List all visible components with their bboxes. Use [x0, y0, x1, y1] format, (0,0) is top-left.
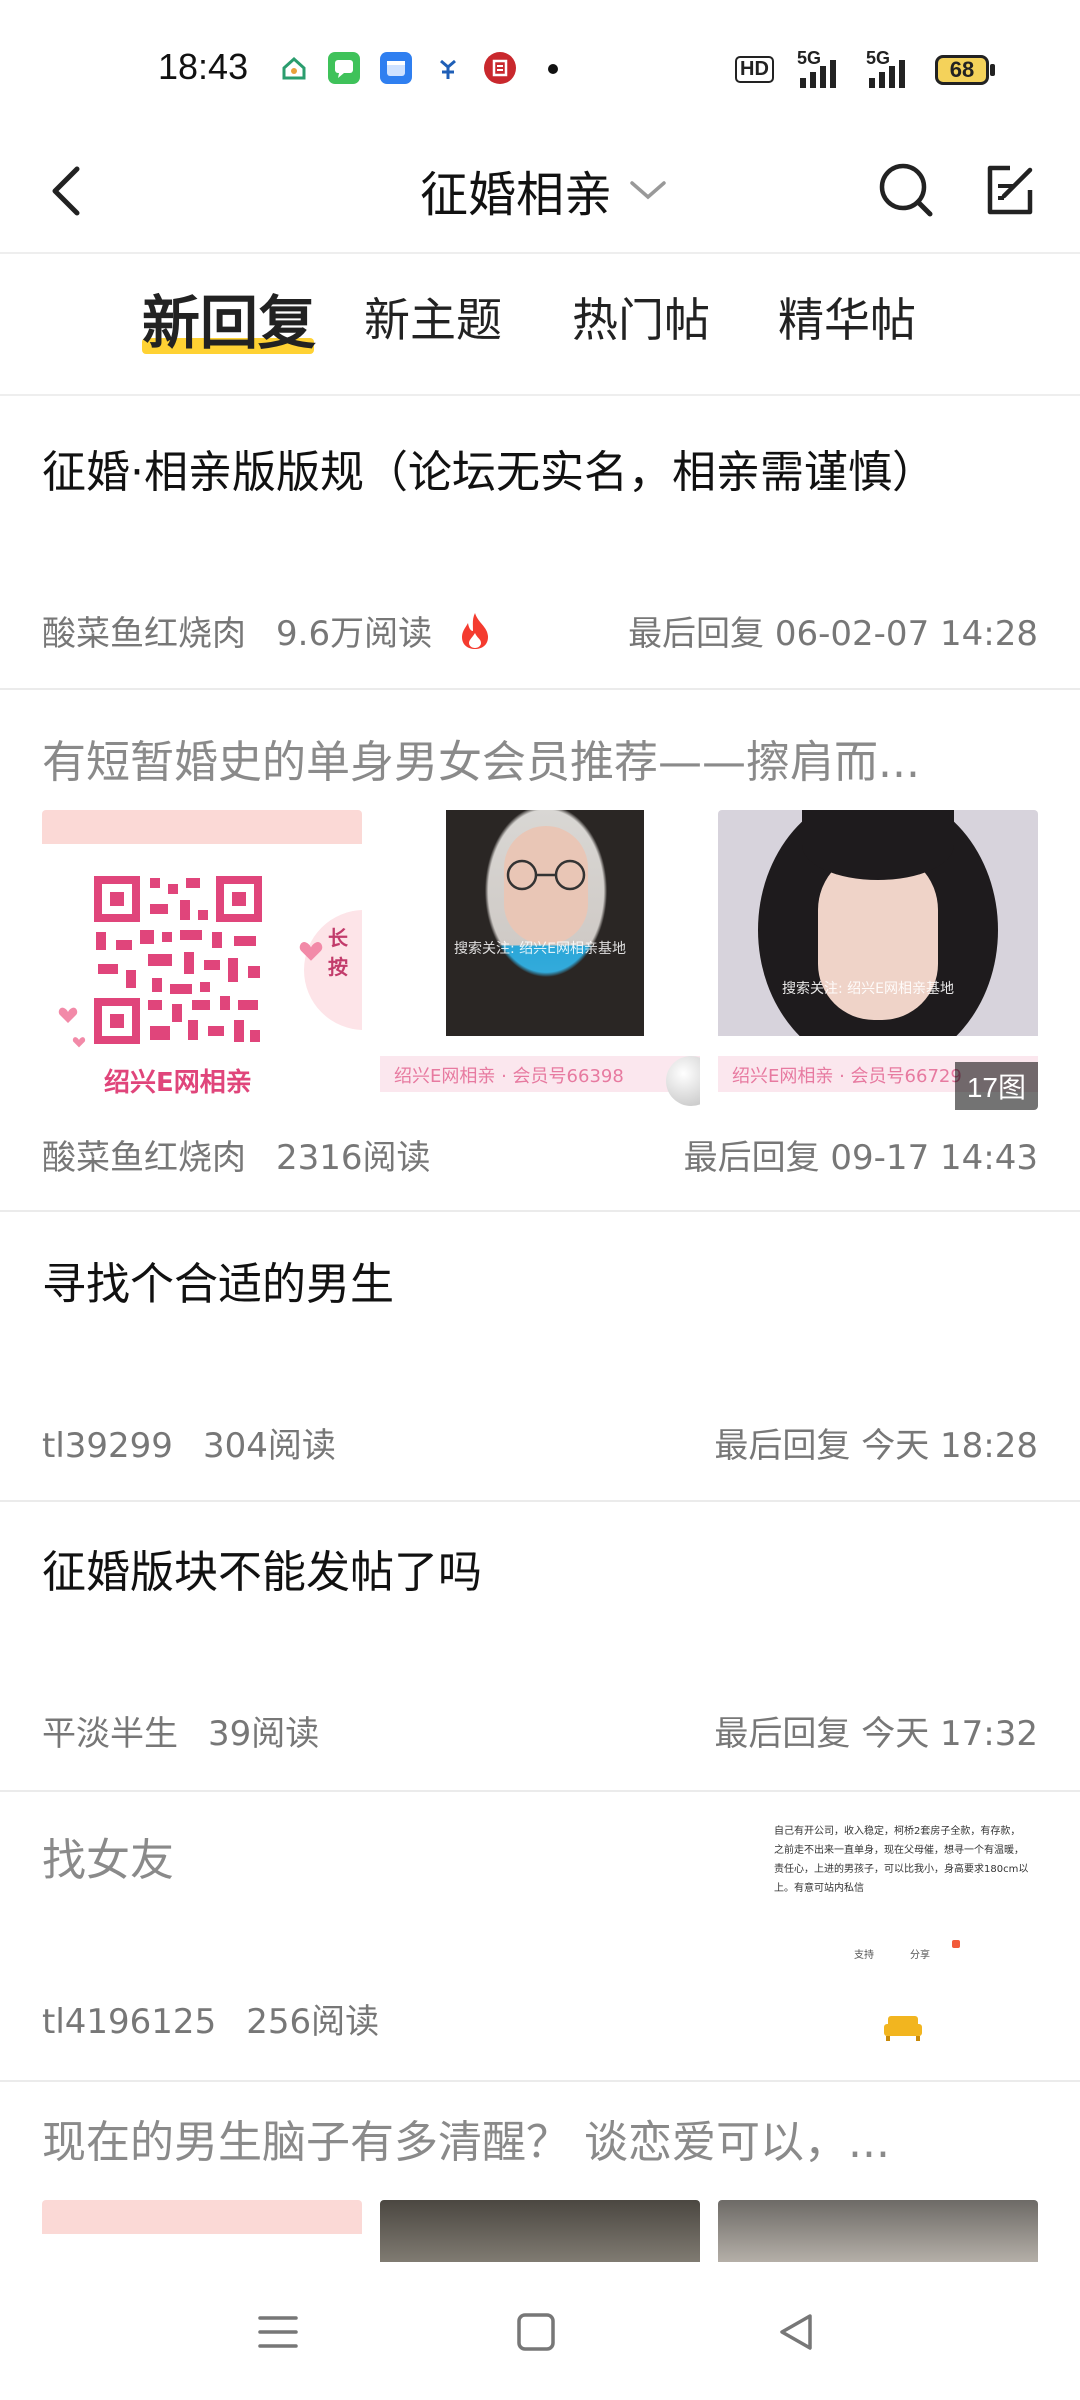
post-title: 征婚·相亲版版规（论坛无实名，相亲需谨慎）	[42, 447, 936, 498]
post-thumbnail[interactable]: 搜索关注: 绍兴E网相亲基地 绍兴E网相亲 · 会员号66398	[380, 810, 700, 1110]
post-meta: tl39299 304阅读	[42, 1418, 336, 1467]
page-title: 征婚相亲	[420, 167, 613, 223]
tab-new-replies[interactable]: 新回复	[142, 276, 316, 360]
member-caption: 绍兴E网相亲 · 会员号66729	[732, 1066, 962, 1087]
compose-icon	[987, 165, 1033, 215]
back-button[interactable]	[32, 156, 102, 226]
post-title: 寻找个合适的男生	[42, 1259, 394, 1310]
signal-bars-2-icon	[869, 60, 905, 88]
hot-fire-icon	[458, 611, 492, 660]
chevron-left-icon	[52, 166, 80, 216]
list-item[interactable]: 找女友 自己有开公司，收入稳定，柯桥2套房子全款，有存款，之前走不出来一直单身，…	[0, 1792, 1080, 2082]
post-author: tl39299	[42, 1426, 173, 1466]
battery-icon: 68	[935, 55, 989, 85]
list-item[interactable]: 寻找个合适的男生 tl39299 304阅读 最后回复 今天 18:28	[0, 1212, 1080, 1502]
home-app-icon	[278, 52, 310, 84]
post-title: 有短暂婚史的单身男女会员推荐——擦肩而...	[42, 737, 920, 788]
home-button[interactable]	[496, 2292, 576, 2372]
member-photo	[718, 810, 1038, 1036]
post-title: 征婚版块不能发帖了吗	[42, 1547, 482, 1598]
triangle-back-icon	[780, 2314, 812, 2350]
search-button[interactable]	[868, 152, 944, 228]
post-last-reply: 最后回复 今天 17:32	[714, 1714, 1038, 1754]
railway-app-icon	[484, 52, 516, 84]
thumb-share-label: 分享	[910, 1950, 930, 1961]
share-badge-icon	[952, 1940, 960, 1948]
post-reads: 304阅读	[202, 1426, 336, 1466]
search-icon	[879, 163, 933, 217]
post-last-reply: 最后回复 今天 18:28	[714, 1426, 1038, 1466]
post-author: tl4196125	[42, 2002, 217, 2042]
post-author: 酸菜鱼红烧肉	[42, 1138, 246, 1178]
qr-code-icon	[88, 870, 268, 1050]
tab-new-topics[interactable]: 新主题	[364, 284, 502, 350]
post-thumbnail[interactable]: 自己有开公司，收入稳定，柯桥2套房子全款，有存款，之前走不出来一直单身，现在父母…	[766, 1814, 1038, 2042]
poster-side-text: 长按	[328, 926, 348, 979]
photo-watermark: 搜索关注: 绍兴E网相亲基地	[454, 941, 627, 957]
list-item[interactable]: 有短暂婚史的单身男女会员推荐——擦肩而... 绍兴E网相亲 长按 搜索关注: 绍…	[0, 690, 1080, 1212]
heart-icon	[72, 1037, 86, 1048]
signal-bars-1-icon	[800, 60, 836, 88]
battery-level: 68	[949, 57, 975, 82]
post-title: 找女友	[42, 1835, 174, 1886]
post-thumbnail[interactable]: 搜索关注: 绍兴E网相亲基地 绍兴E网相亲 · 会员号66729 17图	[718, 810, 1038, 1110]
status-time: 18:43	[158, 46, 249, 87]
post-title: 现在的男生脑子有多清醒？ 谈恋爱可以，...	[42, 2117, 890, 2168]
poster-header-band	[42, 2200, 362, 2234]
post-meta: 平淡半生 39阅读	[42, 1706, 319, 1755]
notification-dot	[548, 64, 558, 74]
top-app-bar: 征婚相亲	[0, 130, 1080, 254]
post-reads: 9.6万阅读	[276, 614, 433, 654]
list-item[interactable]: 征婚·相亲版版规（论坛无实名，相亲需谨慎） 酸菜鱼红烧肉 9.6万阅读 最后回复 …	[0, 396, 1080, 690]
member-photo	[446, 810, 644, 1036]
post-last-reply: 最后回复 06-02-07 14:28	[628, 614, 1038, 654]
status-bar: 18:43 HD 5G 5G 68	[0, 0, 1080, 130]
square-home-icon	[517, 2313, 555, 2351]
sofa-icon	[884, 2016, 922, 2041]
back-nav-button[interactable]	[756, 2292, 836, 2372]
list-item[interactable]: 征婚版块不能发帖了吗 平淡半生 39阅读 最后回复 今天 17:32	[0, 1502, 1080, 1792]
post-meta: 酸菜鱼红烧肉 2316阅读	[42, 1130, 431, 1179]
thumb-actions: 支持 分享	[854, 1946, 930, 1961]
chat-app-icon	[328, 52, 360, 84]
post-reads: 256阅读	[246, 2002, 380, 2042]
post-thumbnail[interactable]: 绍兴E网相亲 长按	[42, 810, 362, 1110]
recent-apps-button[interactable]	[238, 2292, 318, 2372]
glasses-icon	[506, 859, 586, 891]
files-app-icon	[380, 52, 412, 84]
thumb-support-label: 支持	[854, 1950, 874, 1961]
heart-icon	[299, 941, 323, 961]
post-reads: 2316阅读	[276, 1138, 431, 1178]
tab-featured-posts[interactable]: 精华帖	[778, 284, 916, 350]
system-nav-bar	[0, 2262, 1080, 2400]
post-author: 平淡半生	[42, 1714, 178, 1754]
chevron-down-icon	[626, 168, 670, 212]
hd-label: HD	[735, 56, 774, 83]
bank-app-icon	[432, 52, 464, 84]
battery-tip	[990, 64, 995, 76]
photo-watermark: 搜索关注: 绍兴E网相亲基地	[782, 981, 955, 997]
post-reads: 39阅读	[208, 1714, 320, 1754]
menu-icon	[258, 2316, 298, 2348]
tab-label: 新回复	[142, 289, 317, 357]
post-meta: tl4196125 256阅读	[42, 1994, 379, 2043]
tab-bar: 新回复 新主题 热门帖 精华帖	[0, 254, 1080, 396]
heart-icon	[58, 1007, 78, 1023]
bangs-shape	[802, 810, 954, 880]
poster-header-band	[42, 810, 362, 844]
post-author: 酸菜鱼红烧肉	[42, 614, 246, 654]
compose-button[interactable]	[972, 152, 1048, 228]
thumbnail-text: 自己有开公司，收入稳定，柯桥2套房子全款，有存款，之前走不出来一直单身，现在父母…	[774, 1826, 1029, 1894]
image-count-badge: 17图	[954, 1062, 1038, 1110]
post-meta: 酸菜鱼红烧肉 9.6万阅读	[42, 606, 492, 660]
poster-brand-text: 绍兴E网相亲	[104, 1068, 252, 1098]
list-item[interactable]: 现在的男生脑子有多清醒？ 谈恋爱可以，...	[0, 2082, 1080, 2280]
member-caption: 绍兴E网相亲 · 会员号66398	[394, 1066, 624, 1087]
forum-title-dropdown[interactable]: 征婚相亲	[420, 152, 670, 228]
tab-hot-posts[interactable]: 热门帖	[572, 284, 710, 350]
post-last-reply: 最后回复 09-17 14:43	[683, 1138, 1038, 1178]
